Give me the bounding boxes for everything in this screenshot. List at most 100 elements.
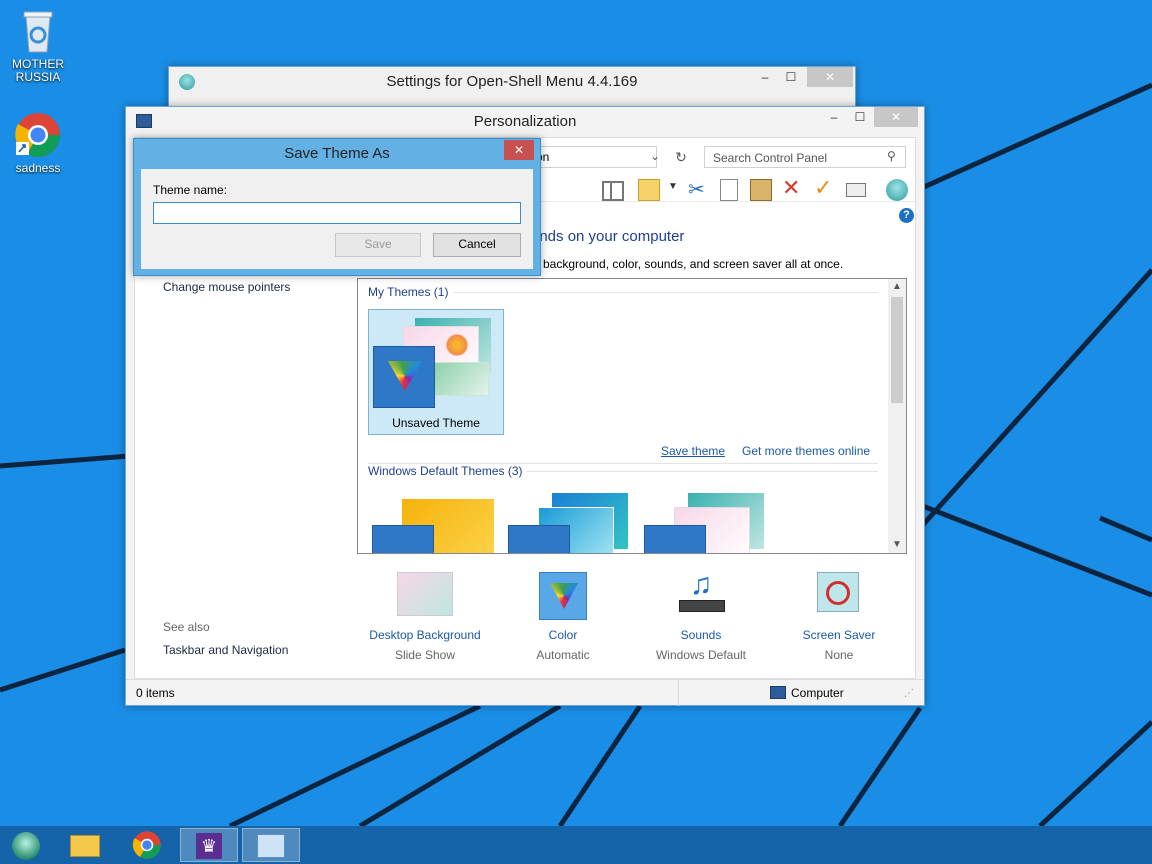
- theme-tile-unsaved[interactable]: Unsaved Theme: [368, 309, 504, 435]
- nav-change-mouse-pointers[interactable]: Change mouse pointers: [163, 280, 290, 294]
- chevron-down-icon[interactable]: ▼: [668, 181, 678, 192]
- windows-default-header: Windows Default Themes (3): [368, 464, 523, 478]
- shell-icon: [12, 832, 40, 860]
- taskbar-chrome[interactable]: [118, 828, 176, 862]
- desktop-background-label[interactable]: Desktop Background: [363, 628, 487, 642]
- window-title: Personalization: [473, 113, 577, 130]
- maximize-button[interactable]: ☐: [779, 67, 803, 87]
- page-description: p background, color, sounds, and screen …: [533, 257, 844, 271]
- openshell-titlebar[interactable]: Settings for Open-Shell Menu 4.4.169 – ☐…: [169, 67, 855, 97]
- control-panel-icon: [257, 834, 285, 858]
- status-location: Computer: [791, 686, 844, 700]
- search-input[interactable]: Search Control Panel ⚲: [704, 146, 906, 168]
- flower-icon: [445, 334, 469, 356]
- checkmark-icon[interactable]: ✓: [814, 175, 832, 201]
- dialog-title: Save Theme As: [284, 145, 390, 162]
- themes-list[interactable]: My Themes (1) Unsaved Theme Save theme G…: [357, 278, 907, 554]
- desktop-background-item[interactable]: Desktop Background Slide Show: [363, 566, 487, 666]
- save-theme-dialog[interactable]: Save Theme As ✕ Theme name: Save Cancel: [133, 138, 541, 276]
- scroll-down-arrow[interactable]: ▼: [888, 537, 906, 553]
- computer-icon: [770, 686, 786, 699]
- trophy-icon: ♛: [196, 833, 222, 859]
- taskbar-file-explorer[interactable]: [56, 828, 114, 862]
- sounds-item[interactable]: ♫ Sounds Windows Default: [645, 566, 757, 666]
- get-more-themes-link[interactable]: Get more themes online: [742, 444, 870, 458]
- theme-tile-lines[interactable]: [508, 493, 632, 553]
- paste-icon[interactable]: [750, 179, 772, 201]
- copy-icon[interactable]: [720, 179, 738, 201]
- chrome-icon: [132, 831, 161, 859]
- color-palette-icon: [644, 525, 706, 553]
- maximize-button[interactable]: ☐: [848, 107, 872, 127]
- scroll-up-arrow[interactable]: ▲: [888, 279, 906, 295]
- desktop-icon-label: sadness: [15, 161, 61, 175]
- divider: [454, 292, 878, 293]
- color-palette-icon: [373, 346, 435, 408]
- status-bar: 0 items Computer ⋰: [126, 679, 924, 706]
- close-button[interactable]: ✕: [874, 107, 918, 127]
- taskbar-control-panel[interactable]: [242, 828, 300, 862]
- properties-icon[interactable]: [846, 183, 866, 197]
- folder-icon: [70, 835, 100, 857]
- desktop-background-value: Slide Show: [394, 648, 456, 662]
- theme-name-input[interactable]: [153, 202, 521, 224]
- shell-icon[interactable]: [886, 179, 908, 201]
- scroll-thumb[interactable]: [891, 297, 903, 403]
- refresh-button[interactable]: ↻: [669, 146, 693, 168]
- see-also-label: See also: [163, 620, 210, 634]
- taskbar-trophy-app[interactable]: ♛: [180, 828, 238, 862]
- desktop-icon-recycle-bin[interactable]: MOTHER RUSSIA: [0, 8, 76, 84]
- screen-saver-icon: [817, 572, 859, 612]
- color-palette-icon: [539, 572, 587, 620]
- screen-saver-value: None: [824, 648, 854, 662]
- scrollbar[interactable]: ▲ ▼: [888, 279, 906, 553]
- recycle-bin-icon: [23, 11, 53, 53]
- theme-tile-windows[interactable]: [372, 499, 496, 553]
- search-icon[interactable]: ⚲: [887, 149, 896, 163]
- status-divider: [678, 680, 679, 706]
- delete-icon[interactable]: ✕: [782, 175, 800, 201]
- close-button[interactable]: ✕: [504, 140, 534, 160]
- folder-options-icon[interactable]: [638, 179, 660, 201]
- color-label[interactable]: Color: [523, 628, 603, 642]
- cut-icon[interactable]: ✂: [688, 177, 705, 202]
- minimize-button[interactable]: –: [753, 67, 777, 87]
- search-placeholder: Search Control Panel: [713, 151, 828, 165]
- color-item[interactable]: Color Automatic: [523, 566, 603, 666]
- dialog-titlebar[interactable]: Save Theme As ✕: [134, 139, 540, 169]
- personalization-titlebar[interactable]: Personalization – ☐ ✕: [126, 107, 924, 137]
- minimize-button[interactable]: –: [822, 107, 846, 127]
- sounds-value: Windows Default: [655, 648, 747, 662]
- nav-taskbar-navigation[interactable]: Taskbar and Navigation: [163, 643, 288, 657]
- desktop-icon-sadness[interactable]: sadness: [0, 112, 76, 175]
- desktop-icon-label: RUSSIA: [15, 70, 61, 84]
- save-theme-link[interactable]: Save theme: [661, 444, 725, 458]
- resize-grip-icon[interactable]: ⋰: [904, 688, 914, 699]
- taskbar: ♛: [0, 826, 1152, 864]
- help-icon[interactable]: ?: [899, 208, 914, 223]
- screen-saver-label[interactable]: Screen Saver: [795, 628, 883, 642]
- theme-tile-flowers[interactable]: [644, 493, 768, 553]
- start-button[interactable]: [0, 828, 52, 862]
- pane-icon[interactable]: [602, 181, 624, 201]
- theme-name: Unsaved Theme: [392, 416, 480, 430]
- keyboard-icon: [679, 600, 725, 612]
- close-button[interactable]: ✕: [807, 67, 853, 87]
- desktop-background-icon: [397, 572, 453, 616]
- color-value: Automatic: [536, 648, 590, 662]
- cancel-button[interactable]: Cancel: [433, 233, 521, 257]
- screen-saver-item[interactable]: Screen Saver None: [795, 566, 883, 666]
- dialog-body: Theme name: Save Cancel: [141, 169, 533, 269]
- chrome-icon: [15, 113, 60, 157]
- my-themes-header: My Themes (1): [368, 285, 449, 299]
- theme-thumbnail: [429, 362, 489, 396]
- sounds-label[interactable]: Sounds: [645, 628, 757, 642]
- theme-name-label: Theme name:: [153, 183, 228, 197]
- divider: [526, 471, 878, 472]
- status-items-count: 0 items: [136, 686, 175, 700]
- chevron-down-icon[interactable]: ⌄: [650, 149, 660, 163]
- save-button[interactable]: Save: [335, 233, 421, 257]
- color-palette-icon: [372, 525, 434, 553]
- color-palette-icon: [508, 525, 570, 553]
- page-heading: unds on your computer: [531, 228, 685, 245]
